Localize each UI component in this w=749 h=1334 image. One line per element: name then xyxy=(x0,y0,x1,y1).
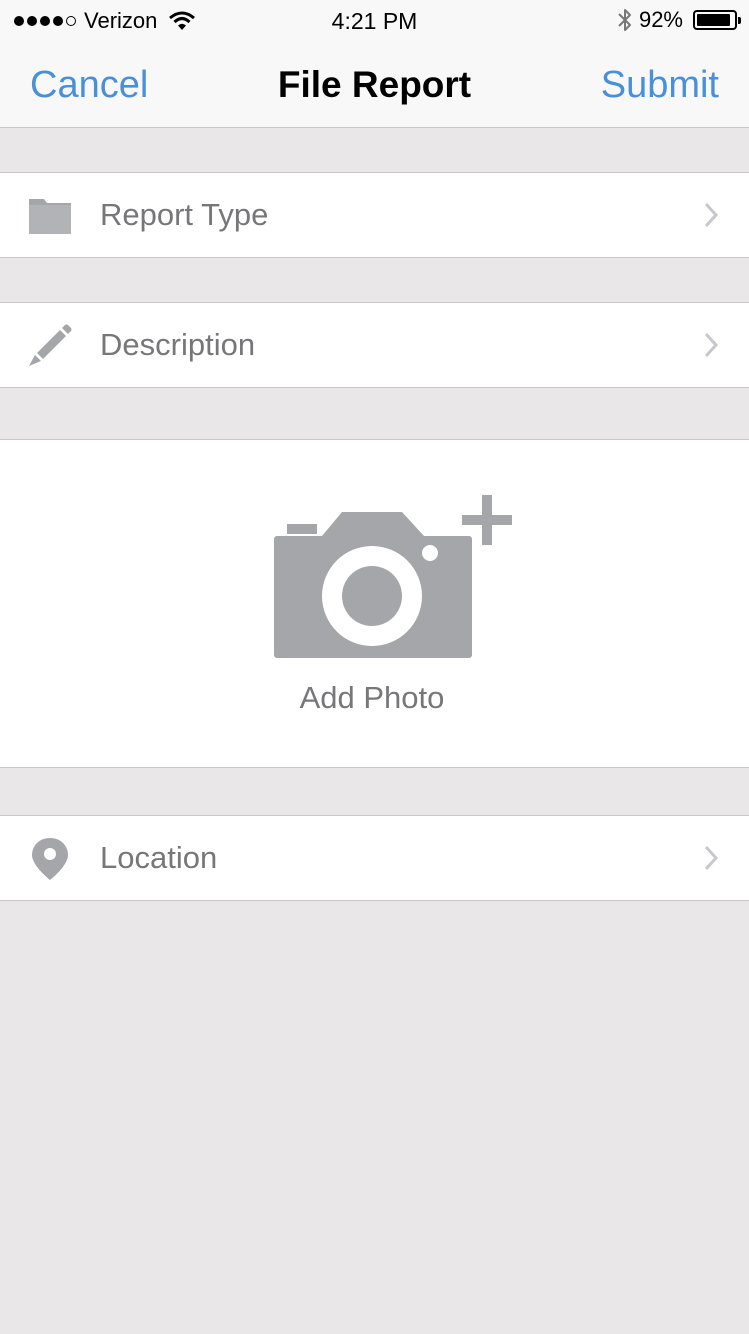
report-type-row[interactable]: Report Type xyxy=(0,172,749,258)
chevron-right-icon xyxy=(704,202,719,228)
bluetooth-icon xyxy=(618,9,631,31)
add-photo-panel: Add Photo xyxy=(0,439,749,768)
location-label: Location xyxy=(100,840,218,875)
battery-percent: 92% xyxy=(638,7,683,32)
chevron-right-icon xyxy=(704,332,719,358)
battery-level-fill xyxy=(697,14,731,26)
navigation-bar: Cancel File Report Submit xyxy=(0,40,749,128)
add-camera-icon[interactable] xyxy=(272,492,517,662)
report-type-label: Report Type xyxy=(100,197,269,232)
status-bar-right: 92% xyxy=(617,7,741,33)
description-label: Description xyxy=(100,327,256,362)
location-pin-icon xyxy=(32,838,68,880)
submit-button[interactable]: Submit xyxy=(601,64,719,107)
chevron-right-icon xyxy=(704,845,719,871)
battery-icon xyxy=(693,10,741,30)
folder-icon xyxy=(29,199,71,234)
pencil-icon xyxy=(29,324,72,366)
location-row[interactable]: Location xyxy=(0,815,749,901)
add-photo-label[interactable]: Add Photo xyxy=(0,680,744,716)
description-row[interactable]: Description xyxy=(0,302,749,388)
status-bar: Verizon 4:21 PM 92% xyxy=(0,0,749,40)
